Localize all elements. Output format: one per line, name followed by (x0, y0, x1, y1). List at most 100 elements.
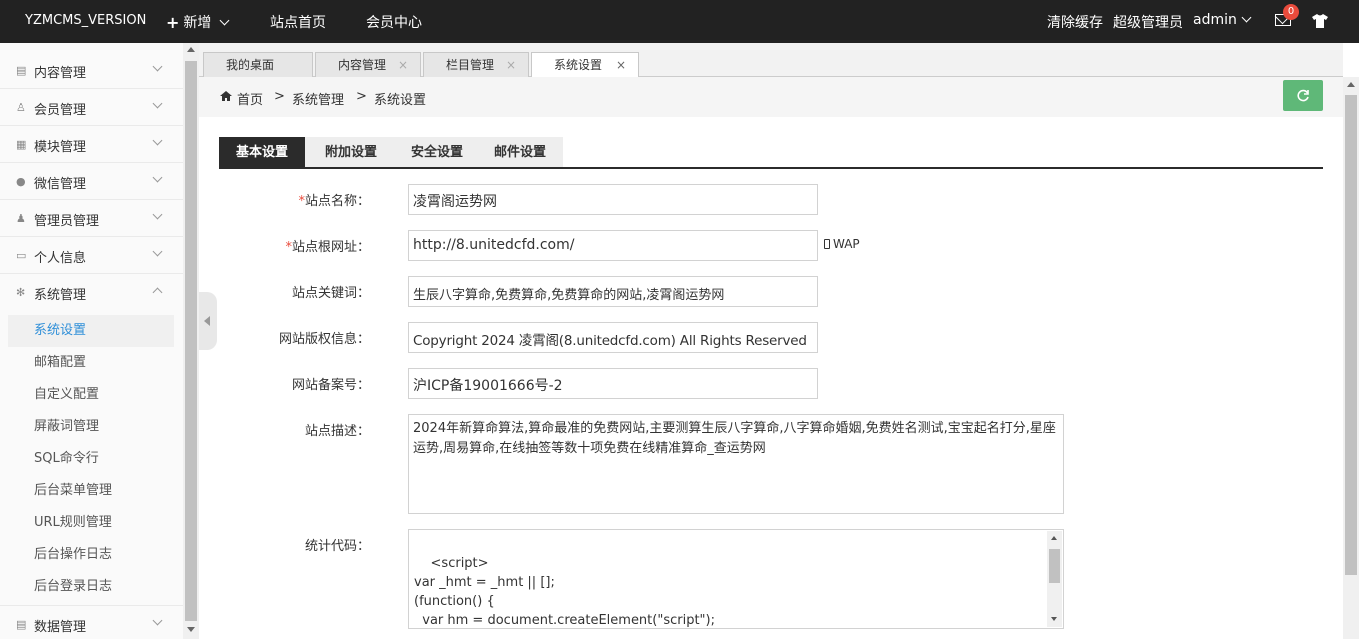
submenu-url-rules[interactable]: URL规则管理 (8, 507, 174, 539)
sidebar-collapse-handle[interactable] (199, 292, 217, 350)
page-tabs: 我的桌面 内容管理 × 栏目管理 × 系统设置 × (199, 43, 1343, 78)
theme-shirt-icon[interactable] (1312, 14, 1328, 32)
phone-icon (824, 239, 830, 249)
close-icon[interactable]: × (506, 53, 516, 77)
wap-link[interactable]: WAP (824, 237, 860, 251)
tab-label: 内容管理 (338, 58, 387, 72)
code-scrollbar[interactable] (1047, 531, 1062, 627)
tab-desktop[interactable]: 我的桌面 (203, 52, 313, 77)
submenu-login-log[interactable]: 后台登录日志 (8, 571, 174, 603)
stats-code-textarea[interactable]: <script> var _hmt = _hmt || []; (functio… (408, 529, 1064, 629)
breadcrumb-home[interactable]: 首页 (237, 89, 263, 108)
breadcrumb-separator: > (274, 89, 285, 104)
tab-system-settings[interactable]: 系统设置 × (531, 52, 639, 78)
site-url-input[interactable]: http://8.unitedcfd.com/ (408, 230, 818, 261)
site-home-link[interactable]: 站点首页 (270, 12, 326, 32)
scroll-down-arrow-icon[interactable] (187, 627, 195, 632)
username: admin (1193, 12, 1237, 28)
submenu-mail-config[interactable]: 邮箱配置 (8, 347, 174, 379)
submenu-operation-log[interactable]: 后台操作日志 (8, 539, 174, 571)
clear-cache-link[interactable]: 清除缓存 (1047, 12, 1103, 32)
card-icon: ▭ (16, 249, 27, 262)
scrollbar-thumb[interactable] (1345, 95, 1357, 575)
plus-icon: + (166, 12, 180, 32)
tab-basic-settings[interactable]: 基本设置 (219, 137, 305, 168)
sidebar-item-data[interactable]: ▤ 数据管理 (0, 605, 183, 639)
sidebar-item-members[interactable]: ♙ 会员管理 (0, 89, 183, 126)
chevron-down-icon (1241, 12, 1252, 23)
submenu-banned-words[interactable]: 屏蔽词管理 (8, 411, 174, 443)
tab-label: 我的桌面 (226, 58, 275, 72)
keywords-input[interactable]: 生辰八字算命,免费算命,免费算命的网站,凌霄阁运势网 (408, 276, 818, 307)
description-label: 站点描述： (304, 424, 370, 439)
close-icon[interactable]: × (616, 53, 626, 77)
sidebar-scrollbar[interactable] (183, 43, 199, 639)
sidebar-item-label: 模块管理 (34, 140, 87, 155)
submenu-sql-console[interactable]: SQL命令行 (8, 443, 174, 475)
sidebar-item-label: 内容管理 (34, 66, 87, 81)
sidebar-item-label: 会员管理 (34, 103, 87, 118)
stats-code-label: 统计代码： (304, 539, 370, 554)
gear-icon: ✻ (16, 286, 26, 299)
brand-logo[interactable]: YZMCMS_VERSION (25, 13, 146, 28)
admin-icon: ♟ (16, 212, 26, 225)
copyright-label: 网站版权信息： (278, 332, 370, 347)
scroll-up-arrow-icon[interactable] (1347, 82, 1355, 87)
icp-input[interactable]: 沪ICP备19001666号-2 (408, 368, 818, 399)
close-icon[interactable]: × (398, 53, 408, 77)
sidebar-item-label: 个人信息 (34, 251, 87, 266)
chevron-down-icon (152, 615, 163, 626)
keywords-label: 站点关键词： (291, 286, 370, 301)
tab-columns[interactable]: 栏目管理 × (423, 52, 529, 77)
submenu-custom-config[interactable]: 自定义配置 (8, 379, 174, 411)
refresh-button[interactable] (1283, 80, 1323, 111)
sidebar-item-modules[interactable]: ▦ 模块管理 (0, 126, 183, 163)
copyright-input[interactable]: Copyright 2024 凌霄阁(8.unitedcfd.com) All … (408, 322, 818, 353)
tab-extra-settings[interactable]: 附加设置 (305, 137, 397, 168)
sidebar-item-admins[interactable]: ♟ 管理员管理 (0, 200, 183, 237)
chevron-down-icon (152, 209, 163, 220)
submenu-admin-menu[interactable]: 后台菜单管理 (8, 475, 174, 507)
new-dropdown[interactable]: + 新增 (166, 12, 231, 32)
tab-underline (219, 167, 1323, 169)
scroll-down-arrow-icon[interactable] (1051, 617, 1057, 621)
breadcrumb-separator: > (356, 89, 367, 104)
scrollbar-thumb[interactable] (185, 61, 197, 621)
site-name-input[interactable]: 凌霄阁运势网 (408, 184, 818, 215)
description-textarea[interactable]: 2024年新算命算法,算命最准的免费网站,主要测算生辰八字算命,八字算命婚姻,免… (408, 414, 1064, 514)
breadcrumb: 首页 > 系统管理 > 系统设置 (199, 77, 1343, 117)
user-icon: ♙ (16, 101, 26, 114)
site-name-label: *站点名称： (298, 194, 370, 209)
sidebar-item-content[interactable]: ▤ 内容管理 (0, 52, 183, 89)
sidebar-item-label: 系统管理 (34, 288, 87, 303)
main-content: 首页 > 系统管理 > 系统设置 基本设置 附加设置 安全设置 邮件设置 *站点… (199, 77, 1343, 639)
tab-content[interactable]: 内容管理 × (315, 52, 421, 77)
tab-label: 系统设置 (554, 58, 603, 72)
scrollbar-thumb[interactable] (1049, 549, 1060, 583)
tab-label: 栏目管理 (446, 58, 495, 72)
submenu-system-settings[interactable]: 系统设置 (8, 315, 174, 347)
member-center-link[interactable]: 会员中心 (366, 12, 422, 32)
sidebar-item-system[interactable]: ✻ 系统管理 (0, 274, 183, 311)
sidebar-item-profile[interactable]: ▭ 个人信息 (0, 237, 183, 274)
grid-icon: ▦ (16, 138, 27, 151)
database-icon: ▤ (16, 618, 27, 631)
sidebar-item-wechat[interactable]: ● 微信管理 (0, 163, 183, 200)
chevron-down-icon (152, 246, 163, 257)
top-navbar: YZMCMS_VERSION + 新增 站点首页 会员中心 清除缓存 超级管理员… (0, 0, 1359, 43)
chevron-down-icon (219, 15, 230, 26)
chevron-down-icon (152, 135, 163, 146)
sidebar-item-label: 数据管理 (34, 620, 87, 635)
breadcrumb-system[interactable]: 系统管理 (292, 89, 344, 108)
role-label: 超级管理员 (1113, 15, 1183, 31)
sidebar: ▤ 内容管理 ♙ 会员管理 ▦ 模块管理 ● 微信管理 ♟ 管理员管理 ▭ 个人… (0, 43, 183, 639)
user-menu[interactable]: admin (1193, 12, 1253, 28)
page-scrollbar[interactable] (1343, 77, 1359, 639)
scroll-up-arrow-icon[interactable] (187, 47, 195, 52)
new-label: 新增 (183, 15, 212, 31)
tab-security-settings[interactable]: 安全设置 (397, 137, 477, 168)
message-count-badge: 0 (1283, 4, 1299, 20)
chevron-up-icon (152, 287, 163, 298)
scroll-up-arrow-icon[interactable] (1051, 536, 1057, 540)
tab-mail-settings[interactable]: 邮件设置 (477, 137, 563, 168)
